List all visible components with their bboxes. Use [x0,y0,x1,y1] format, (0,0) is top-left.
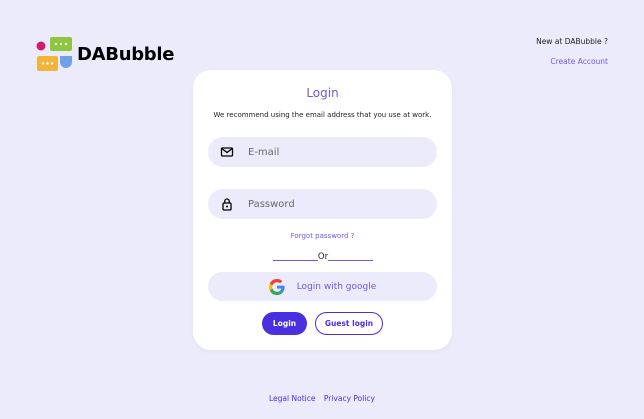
email-field-container [208,137,437,167]
password-input[interactable] [248,189,428,219]
google-login-label: Login with google [296,281,377,292]
brand-name: DABubble [77,44,175,65]
new-user-text: New at DABubble ? [536,37,608,46]
guest-login-button[interactable]: Guest login [315,312,383,335]
email-input[interactable] [248,137,428,167]
divider-line-left [273,259,318,261]
or-text: Or [317,252,329,262]
lock-icon [222,198,232,211]
login-card: Login We recommend using the email addre… [193,70,452,350]
login-title: Login [306,86,339,100]
or-divider: Or [273,251,373,263]
divider-line-right [328,259,373,261]
google-icon [268,278,285,295]
create-account-link[interactable]: Create Account [536,57,608,66]
google-login-button[interactable]: Login with google [208,272,437,301]
login-button[interactable]: Login [262,312,307,335]
forgot-password-link[interactable]: Forgot password ? [193,232,452,240]
login-subtitle: We recommend using the email address tha… [213,111,432,119]
signup-prompt: New at DABubble ? Create Account [536,37,608,66]
footer: Legal Notice Privacy Policy [0,394,644,403]
privacy-policy-link[interactable]: Privacy Policy [324,394,375,403]
app-logo: DABubble [36,37,174,72]
dabubble-logo-icon [36,37,72,71]
mail-icon [220,147,234,157]
password-field-container [208,189,437,219]
legal-notice-link[interactable]: Legal Notice [269,394,315,403]
